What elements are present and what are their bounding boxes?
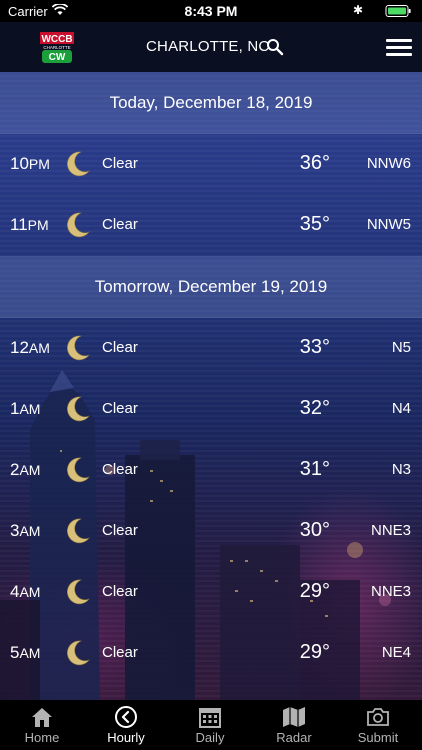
wind-value: NE4	[381, 644, 411, 661]
tab-daily-label: Daily	[195, 730, 225, 745]
moon-icon	[67, 335, 90, 361]
moon-icon	[67, 457, 90, 483]
wind-value: NNW5	[366, 216, 411, 233]
temperature-value: 31°	[299, 458, 330, 480]
logo-cw-text: CW	[49, 52, 66, 63]
hour-label: 4AM	[10, 582, 40, 602]
tab-submit-label: Submit	[357, 730, 399, 745]
tab-hourly[interactable]: Hourly	[84, 700, 168, 750]
hourly-row[interactable]: 2AM Clear 31° N3	[0, 440, 422, 501]
moon-icon	[67, 579, 90, 605]
hour-number: 10	[10, 154, 29, 173]
moon-icon	[67, 151, 90, 177]
moon-icon	[67, 640, 90, 666]
condition-text: Clear	[102, 583, 138, 600]
temperature-value: 33°	[299, 336, 330, 358]
tab-radar[interactable]: Radar	[252, 700, 336, 750]
tab-radar-label: Radar	[276, 730, 312, 745]
tab-daily[interactable]: Daily	[168, 700, 252, 750]
hourly-row[interactable]: 10PM Clear 36° NNW6	[0, 134, 422, 195]
condition-text: Clear	[102, 339, 138, 356]
bluetooth-icon: ✱	[353, 3, 364, 17]
wccb-cw-logo[interactable]: WCCB CHARLOTTE CW	[38, 28, 76, 66]
wind-value: NNE3	[370, 583, 411, 600]
clock-icon	[115, 706, 137, 728]
hour-ampm: PM	[27, 217, 49, 233]
hour-ampm: AM	[19, 523, 41, 539]
wind-value: N3	[391, 461, 411, 478]
condition-text: Clear	[102, 644, 138, 661]
temperature-value: 29°	[299, 641, 330, 663]
tab-submit[interactable]: Submit	[336, 700, 420, 750]
hourly-forecast-list[interactable]: Today, December 18, 2019 10PM Clear 36° NNW…	[0, 72, 422, 684]
hourly-row[interactable]: 3AM Clear 30° NNE3	[0, 501, 422, 562]
temperature-value: 35°	[299, 213, 330, 235]
hourly-row[interactable]: 5AM Clear 29° NE4	[0, 623, 422, 684]
logo-wccb-text: WCCB	[41, 34, 72, 45]
temperature-value: 30°	[299, 519, 330, 541]
hour-ampm: PM	[28, 156, 50, 172]
condition-text: Clear	[102, 216, 138, 233]
tab-bar: Home Hourly Daily Radar Submit	[0, 700, 422, 750]
moon-icon	[67, 212, 90, 238]
nav-bar: WCCB CHARLOTTE CW CHARLOTTE, NC	[0, 22, 422, 72]
temperature-value: 29°	[299, 580, 330, 602]
tab-hourly-label: Hourly	[107, 730, 145, 745]
tab-home[interactable]: Home	[0, 700, 84, 750]
hour-ampm: AM	[19, 462, 41, 478]
condition-text: Clear	[102, 522, 138, 539]
hour-label: 10PM	[10, 154, 50, 174]
hour-number: 11	[10, 215, 28, 234]
day-header-today: Today, December 18, 2019	[0, 72, 422, 134]
hour-label: 11PM	[10, 215, 49, 235]
condition-text: Clear	[102, 155, 138, 172]
location-label[interactable]: CHARLOTTE, NC	[146, 38, 269, 55]
hour-label: 3AM	[10, 521, 40, 541]
hour-ampm: AM	[19, 401, 41, 417]
hourly-row[interactable]: 11PM Clear 35° NNW5	[0, 195, 422, 256]
hourly-row[interactable]: 1AM Clear 32° N4	[0, 379, 422, 440]
hourly-row[interactable]: 12AM Clear 33° N5	[0, 318, 422, 379]
moon-icon	[67, 518, 90, 544]
day-header-tomorrow: Tomorrow, December 19, 2019	[0, 256, 422, 318]
hour-ampm: AM	[19, 584, 41, 600]
status-bar: Carrier 8:43 PM ✱	[0, 0, 422, 22]
hourly-row[interactable]: 4AM Clear 29° NNE3	[0, 562, 422, 623]
hour-label: 2AM	[10, 460, 40, 480]
map-icon	[283, 707, 305, 727]
hour-ampm: AM	[19, 645, 41, 661]
hour-number: 12	[10, 338, 29, 357]
hour-label: 1AM	[10, 399, 40, 419]
wind-value: NNW6	[366, 155, 411, 172]
search-icon[interactable]	[266, 38, 284, 56]
hour-label: 5AM	[10, 643, 40, 663]
temperature-value: 36°	[299, 152, 330, 174]
tab-home-label: Home	[24, 730, 60, 745]
wind-value: N5	[391, 339, 411, 356]
calendar-icon	[199, 708, 221, 728]
hour-label: 12AM	[10, 338, 50, 358]
hour-ampm: AM	[28, 340, 50, 356]
wind-value: N4	[391, 400, 411, 417]
hamburger-menu-icon[interactable]	[386, 39, 412, 57]
moon-icon	[67, 396, 90, 422]
condition-text: Clear	[102, 400, 138, 417]
wind-value: NNE3	[370, 522, 411, 539]
temperature-value: 32°	[299, 397, 330, 419]
camera-icon	[367, 708, 389, 726]
logo-city-text: CHARLOTTE	[43, 45, 70, 50]
home-icon	[32, 708, 52, 727]
condition-text: Clear	[102, 461, 138, 478]
battery-icon	[385, 5, 411, 17]
